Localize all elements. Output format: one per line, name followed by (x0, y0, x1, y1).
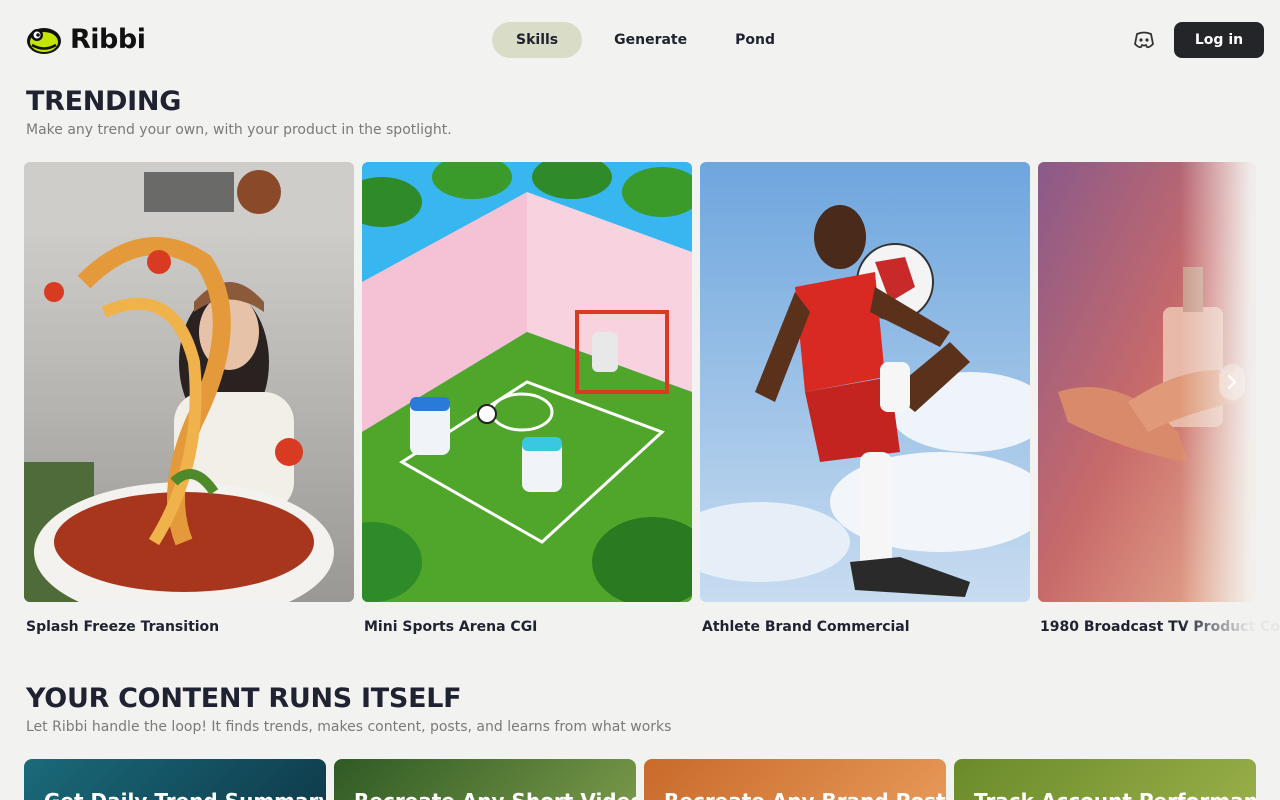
content-title: YOUR CONTENT RUNS ITSELF (26, 683, 462, 714)
nav-generate[interactable]: Generate (590, 22, 711, 58)
feature-card-account-performance[interactable]: Track Account Performance (954, 759, 1256, 800)
login-button[interactable]: Log in (1174, 22, 1264, 58)
trend-card-splash-freeze[interactable] (24, 162, 354, 602)
nav-skills[interactable]: Skills (492, 22, 583, 58)
trend-card-label[interactable]: Athlete Brand Commercial (702, 619, 910, 635)
feature-card-short-video[interactable]: Recreate Any Short Video (334, 759, 636, 800)
chevron-right-icon (1227, 374, 1237, 390)
content-subtitle: Let Ribbi handle the loop! It finds tren… (26, 719, 672, 735)
feature-card-trend-summary[interactable]: Get Daily Trend Summary (24, 759, 326, 800)
carousel-next-button[interactable] (1219, 364, 1245, 400)
trend-card-athlete[interactable] (700, 162, 1030, 602)
feature-card-label: Recreate Any Short Video (354, 789, 636, 800)
trend-card-label[interactable]: Splash Freeze Transition (26, 619, 219, 635)
trending-title: TRENDING (26, 86, 182, 117)
carousel-edge-fade (1180, 150, 1280, 650)
trend-card-mini-sports[interactable] (362, 162, 692, 602)
trending-subtitle: Make any trend your own, with your produ… (26, 122, 452, 138)
main-nav: Skills Generate Pond (492, 22, 799, 58)
feature-card-label: Get Daily Trend Summary (44, 789, 326, 800)
athlete-commercial-thumbnail (700, 162, 1030, 602)
frog-logo-icon (27, 28, 61, 54)
feature-card-brand-post[interactable]: Recreate Any Brand Post (644, 759, 946, 800)
top-header: Ribbi Skills Generate Pond Log in (0, 0, 1280, 80)
mini-sports-thumbnail (362, 162, 692, 602)
nav-pond[interactable]: Pond (711, 22, 799, 58)
logo[interactable]: Ribbi (26, 24, 146, 56)
discord-icon[interactable] (1132, 29, 1156, 51)
feature-card-label: Recreate Any Brand Post (664, 789, 946, 800)
feature-card-label: Track Account Performance (974, 789, 1256, 800)
trend-card-label[interactable]: Mini Sports Arena CGI (364, 619, 537, 635)
logo-text: Ribbi (70, 24, 146, 55)
splash-freeze-thumbnail (24, 162, 354, 602)
